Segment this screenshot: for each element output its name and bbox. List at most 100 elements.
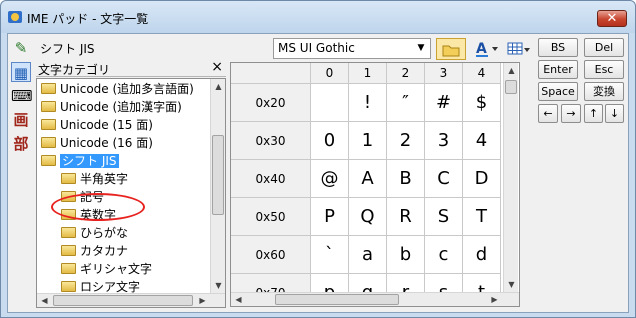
backspace-button[interactable]: BS [538,38,578,57]
scroll-down-arrow-icon[interactable]: ▼ [504,277,519,292]
tree-horizontal-scrollbar[interactable]: ◀ ▶ [37,293,225,307]
space-button[interactable]: Space [538,82,578,101]
enter-button[interactable]: Enter [538,60,578,79]
left-arrow-button[interactable]: ← [538,104,558,123]
character-cell[interactable]: # [425,84,463,122]
row-header: 0x50 [231,198,311,236]
scroll-up-arrow-icon[interactable]: ▲ [504,63,519,78]
column-header: 4 [463,63,501,84]
scroll-thumb[interactable] [275,294,399,305]
character-cell[interactable]: ` [311,236,349,274]
font-size-button[interactable]: A [472,38,502,60]
character-grid: 0 1 2 3 4 0x20! ″ # $0x30 0 1 2 3 4 0x40 @ A B C D 0x50… [230,62,520,307]
row-header: 0x60 [231,236,311,274]
grid-corner [231,63,311,84]
tree-item-unicode-smp[interactable]: Unicode (追加多言語面) [41,81,194,98]
character-cell[interactable]: 3 [425,122,463,160]
character-cell[interactable]: B [387,160,425,198]
column-header: 3 [425,63,463,84]
character-cell[interactable]: ! [349,84,387,122]
scroll-left-arrow-icon[interactable]: ◀ [231,292,246,306]
character-cell[interactable]: ″ [387,84,425,122]
character-cell[interactable]: C [425,160,463,198]
tree-item-unicode-sip[interactable]: Unicode (追加漢字面) [41,99,182,116]
charset-label: シフト JIS [40,42,95,56]
tree-item-shift-jis[interactable]: シフト JIS [41,153,119,170]
convert-button[interactable]: 変換 [584,82,624,101]
scroll-left-arrow-icon[interactable]: ◀ [37,293,52,307]
window-title: IME パッド - 文字一覧 [27,12,149,26]
down-arrow-button[interactable]: ↓ [605,104,624,123]
folder-icon [41,83,56,94]
tree-item-hiragana[interactable]: ひらがな [61,225,128,242]
close-icon[interactable]: × [211,59,223,75]
scroll-right-arrow-icon[interactable]: ▶ [195,293,210,307]
scroll-thumb[interactable] [505,80,517,94]
character-cell[interactable]: d [463,236,501,274]
scroll-thumb[interactable] [53,295,193,306]
character-cell[interactable]: T [463,198,501,236]
character-cell[interactable]: A [349,160,387,198]
row-header: 0x30 [231,122,311,160]
grid-vertical-scrollbar[interactable]: ▲ ▼ [503,63,518,292]
character-cell[interactable]: b [387,236,425,274]
title-bar[interactable]: IME パッド - 文字一覧 ✕ [1,1,635,33]
character-list-tool[interactable]: ▦ [11,62,31,82]
character-cell[interactable]: S [425,198,463,236]
folder-icon [442,45,460,57]
folder-icon [41,119,56,130]
character-cell[interactable]: D [463,160,501,198]
radical-icon: 部 [13,135,29,153]
character-cell[interactable]: 0 [311,122,349,160]
scroll-thumb[interactable] [212,135,224,215]
category-tree-header: 文字カテゴリ × [36,59,226,77]
tree-item-unicode-15[interactable]: Unicode (15 面) [41,117,153,134]
close-window-button[interactable]: ✕ [597,10,627,27]
character-cell[interactable]: a [349,236,387,274]
scroll-down-arrow-icon[interactable]: ▼ [211,278,225,293]
character-cell[interactable]: 4 [463,122,501,160]
radical-tool[interactable]: 部 [11,134,31,154]
view-options-button[interactable] [504,38,534,60]
font-select[interactable]: MS UI Gothic ▼ [273,38,431,59]
character-cell[interactable]: @ [311,160,349,198]
scroll-right-arrow-icon[interactable]: ▶ [487,292,502,306]
stroke-count-tool[interactable]: 画 [11,110,31,130]
ime-pad-window: IME パッド - 文字一覧 ✕ ✎ ▦ ⌨ 画 部 シフト JIS MS UI… [0,0,636,318]
category-tree-title: 文字カテゴリ [38,63,111,77]
scroll-up-arrow-icon[interactable]: ▲ [211,79,225,94]
column-header: 0 [311,63,349,84]
escape-button[interactable]: Esc [584,60,624,79]
category-tree: Unicode (追加多言語面) Unicode (追加漢字面) Unicode… [36,78,226,308]
column-header: 2 [387,63,425,84]
up-arrow-button[interactable]: ↑ [584,104,603,123]
folder-icon [61,173,76,184]
character-cell[interactable]: P [311,198,349,236]
soft-keyboard-tool[interactable]: ⌨ [11,86,33,106]
right-arrow-button[interactable]: → [561,104,581,123]
ime-app-icon [8,11,22,23]
character-cell[interactable]: c [425,236,463,274]
folder-icon [41,137,56,148]
row-header: 0x40 [231,160,311,198]
character-cell[interactable]: $ [463,84,501,122]
tree-item-greek[interactable]: ギリシャ文字 [61,261,152,278]
font-color-icon: A [476,41,498,57]
folder-icon [61,281,76,292]
grid-horizontal-scrollbar[interactable]: ◀ ▶ [231,292,519,306]
pen-icon: ✎ [14,39,28,57]
handwriting-tool[interactable]: ✎ [11,38,31,58]
font-select-value: MS UI Gothic [278,41,355,55]
character-cell[interactable]: Q [349,198,387,236]
character-cell[interactable]: 1 [349,122,387,160]
svg-text:A: A [476,41,487,57]
character-cell[interactable]: R [387,198,425,236]
tree-item-unicode-16[interactable]: Unicode (16 面) [41,135,153,152]
tree-item-katakana[interactable]: カタカナ [61,243,128,260]
character-cell[interactable] [311,84,349,122]
character-cell[interactable]: 2 [387,122,425,160]
open-folder-button[interactable] [436,38,466,60]
tree-vertical-scrollbar[interactable]: ▲ ▼ [210,79,225,293]
delete-button[interactable]: Del [584,38,624,57]
tree-item-halfwidth-alpha[interactable]: 半角英字 [61,171,128,188]
